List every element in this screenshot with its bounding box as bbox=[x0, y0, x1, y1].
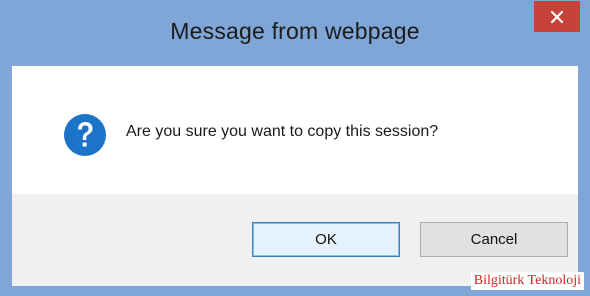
question-icon bbox=[64, 114, 106, 156]
dialog-message: Are you sure you want to copy this sessi… bbox=[126, 123, 439, 140]
close-icon bbox=[550, 10, 564, 23]
dialog-window: Message from webpage Are you sure you wa… bbox=[0, 0, 590, 296]
dialog-content: Are you sure you want to copy this sessi… bbox=[12, 66, 578, 286]
close-button[interactable] bbox=[534, 1, 580, 32]
dialog-title: Message from webpage bbox=[170, 18, 420, 44]
watermark-text: Bilgitürk Teknoloji bbox=[470, 272, 584, 290]
ok-button[interactable]: OK bbox=[252, 222, 400, 257]
cancel-button[interactable]: Cancel bbox=[420, 222, 568, 257]
title-bar[interactable]: Message from webpage bbox=[0, 0, 590, 66]
